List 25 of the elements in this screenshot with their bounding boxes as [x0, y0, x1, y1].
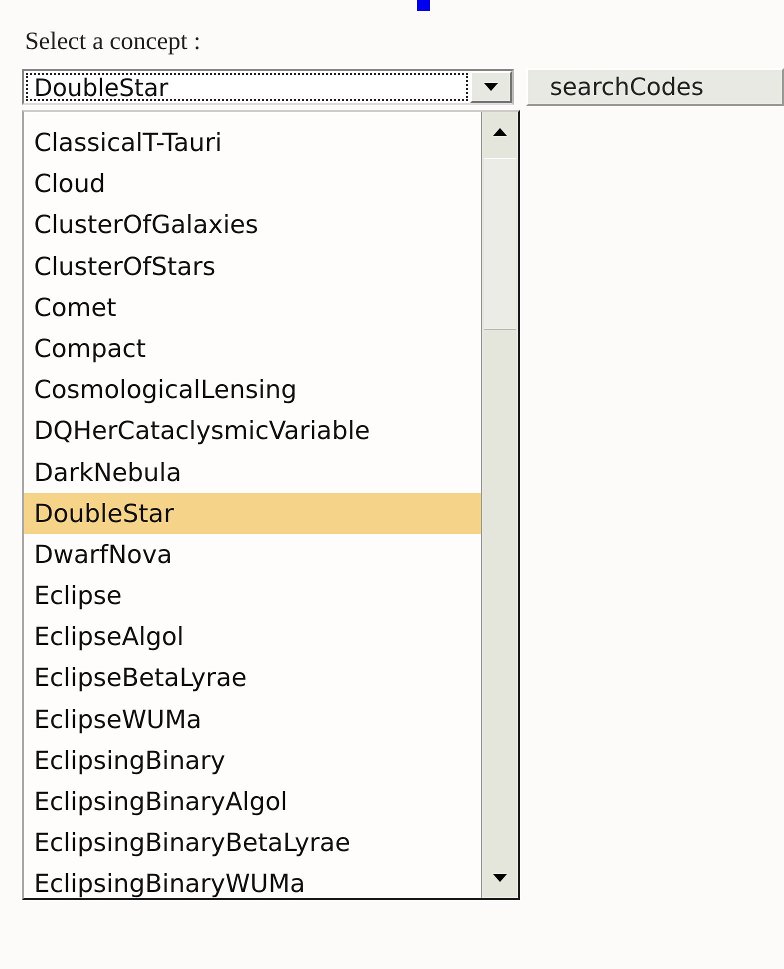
option-item[interactable]: EclipsingBinaryAlgol [24, 781, 481, 822]
scrollbar[interactable] [481, 112, 518, 898]
option-item[interactable]: EclipsingBinaryBetaLyrae [24, 822, 481, 864]
title-fragment [417, 0, 430, 11]
option-item[interactable]: ClassicalT-Tauri [24, 122, 481, 164]
option-item[interactable]: ClusterOfStars [24, 246, 481, 287]
option-item[interactable]: EclipsingBinary [24, 740, 481, 781]
option-item[interactable]: Comet [24, 286, 481, 328]
option-item[interactable]: CosmologicalLensing [24, 369, 481, 410]
option-item[interactable]: DarkNebula [24, 452, 481, 493]
option-item[interactable]: Cloud [24, 163, 481, 204]
search-button[interactable]: searchCodes [526, 68, 784, 106]
option-item[interactable]: EclipseAlgol [24, 616, 481, 658]
option-item[interactable]: EclipsingBinaryWUMa [24, 863, 481, 905]
option-item[interactable]: Compact [24, 328, 481, 370]
option-item[interactable]: Eclipse [24, 575, 481, 616]
field-label: Select a concept : [25, 28, 202, 57]
scroll-thumb[interactable] [484, 158, 516, 330]
concept-dropdown[interactable]: DoubleStar [22, 69, 514, 105]
option-item[interactable]: DoubleStar [24, 492, 481, 534]
option-item[interactable]: EclipseBetaLyrae [24, 657, 481, 699]
option-item[interactable]: ClusterOfGalaxies [24, 204, 481, 246]
option-item[interactable]: DwarfNova [24, 534, 481, 576]
option-item[interactable]: DQHerCataclysmicVariable [24, 410, 481, 452]
option-item[interactable]: EclipseWUMa [24, 698, 481, 740]
